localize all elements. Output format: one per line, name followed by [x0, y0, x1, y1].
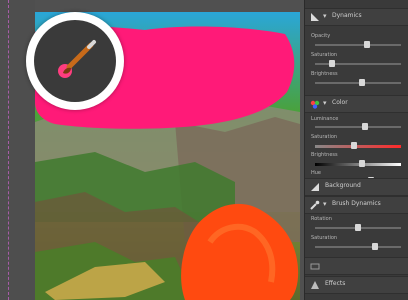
chevron-down-icon: ▾ — [323, 200, 327, 208]
slider-knob[interactable] — [361, 123, 368, 130]
slider-knob[interactable] — [359, 79, 366, 86]
luminance-slider[interactable] — [315, 123, 401, 130]
slider-label: Saturation — [311, 52, 338, 58]
paintbrush-icon — [58, 40, 96, 78]
section-header-collapsed[interactable] — [305, 257, 408, 275]
slider-label: Brightness — [311, 71, 338, 77]
badge-background — [34, 20, 116, 102]
brightness-gradient-slider[interactable] — [315, 160, 401, 167]
slider-label: Hue — [311, 170, 322, 176]
slider-label: Saturation — [311, 235, 338, 241]
saturation-gradient-slider[interactable] — [315, 142, 401, 149]
slider-label: Opacity — [311, 33, 331, 39]
section-title: Brush Dynamics — [332, 200, 381, 207]
section-header-brush-dynamics[interactable]: ▾ Brush Dynamics — [305, 196, 408, 214]
rotation-slider[interactable] — [315, 224, 401, 231]
chevron-down-icon: ▾ — [323, 12, 327, 20]
brush-saturation-slider[interactable] — [315, 243, 401, 250]
section-header-effects[interactable]: Effects — [305, 276, 408, 294]
color-palette-icon — [310, 100, 320, 109]
slider-label: Rotation — [311, 216, 332, 222]
slider-label: Brightness — [311, 152, 338, 158]
saturation-slider[interactable] — [315, 60, 401, 67]
slider-label: Saturation — [311, 134, 338, 140]
section-title: Background — [325, 182, 361, 189]
slider-knob[interactable] — [372, 243, 379, 250]
background-icon — [311, 183, 319, 191]
layer-icon — [310, 263, 320, 270]
slider-label: Luminance — [311, 116, 339, 122]
brush-icon — [310, 200, 320, 210]
brightness-slider[interactable] — [315, 79, 401, 86]
opacity-slider[interactable] — [315, 41, 401, 48]
slider-knob[interactable] — [350, 142, 357, 149]
slider-knob[interactable] — [329, 60, 336, 67]
section-header-color[interactable]: ▾ Color — [305, 95, 408, 113]
section-header-dynamics[interactable]: ▾ Dynamics — [305, 8, 408, 26]
section-title: Effects — [325, 280, 346, 287]
guide-line — [8, 0, 9, 300]
brush-angle-icon — [311, 13, 319, 21]
section-title: Color — [332, 99, 348, 106]
slider-knob[interactable] — [355, 224, 361, 231]
chevron-down-icon: ▾ — [323, 99, 327, 107]
slider-knob[interactable] — [359, 160, 366, 167]
brush-tool-badge[interactable] — [26, 12, 124, 110]
effects-icon — [311, 281, 319, 289]
slider-knob[interactable] — [363, 41, 370, 48]
section-title: Dynamics — [332, 12, 362, 19]
adjustments-panel: ▾ Dynamics Opacity Saturation Brightness… — [304, 0, 408, 300]
section-header-background[interactable]: Background — [305, 178, 408, 196]
